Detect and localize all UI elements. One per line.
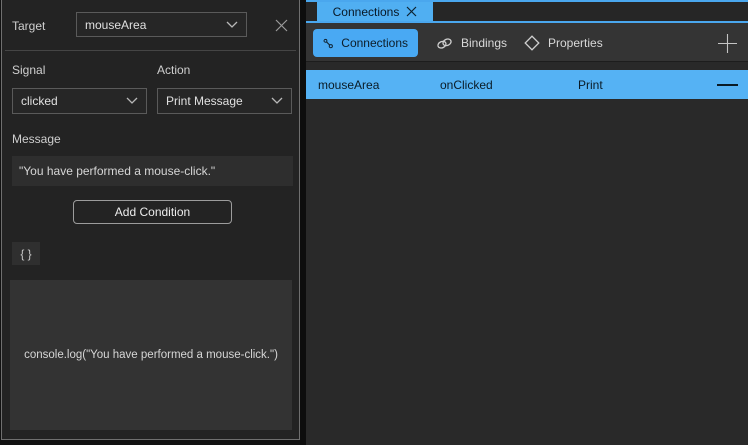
connections-view: Connections Connections Bindings — [306, 0, 748, 445]
close-icon[interactable] — [275, 19, 288, 32]
code-preview-text: console.log("You have performed a mouse-… — [24, 349, 278, 361]
add-connection-button[interactable] — [717, 33, 738, 54]
signal-combobox[interactable]: clicked — [12, 88, 147, 114]
toolbar: Connections Bindings Properties — [306, 23, 748, 62]
target-combobox-value: mouseArea — [85, 18, 226, 32]
connection-editor-popup: Target mouseArea Signal Action clicked P… — [1, 0, 300, 440]
target-label: Target — [12, 19, 45, 33]
remove-connection-icon[interactable] — [717, 83, 738, 87]
code-braces-button[interactable]: { } — [12, 242, 40, 265]
separator — [5, 50, 296, 51]
tab-bar: Connections — [306, 0, 748, 23]
code-preview: console.log("You have performed a mouse-… — [10, 280, 292, 430]
toolbar-button-bindings-label: Bindings — [461, 36, 507, 50]
connection-row[interactable]: mouseArea onClicked Print — [306, 70, 748, 99]
action-combobox[interactable]: Print Message — [157, 88, 292, 114]
chevron-down-icon — [271, 97, 283, 105]
link-icon — [436, 36, 453, 51]
tab-connections-label: Connections — [333, 5, 400, 19]
toolbar-button-connections-label: Connections — [341, 36, 408, 50]
row-action: Print — [578, 78, 716, 92]
row-signal: onClicked — [440, 78, 578, 92]
chevron-down-icon — [126, 97, 138, 105]
signal-combobox-value: clicked — [21, 94, 126, 108]
signal-label: Signal — [12, 63, 45, 77]
action-combobox-value: Print Message — [166, 94, 271, 108]
message-input[interactable] — [12, 156, 293, 186]
message-label: Message — [12, 132, 61, 146]
action-label: Action — [157, 63, 190, 77]
toolbar-button-properties[interactable]: Properties — [514, 29, 613, 57]
toolbar-button-bindings[interactable]: Bindings — [426, 29, 517, 57]
toolbar-button-properties-label: Properties — [548, 36, 603, 50]
diamond-icon — [524, 35, 540, 51]
screen: { "editor_popup": { "target_label": "Tar… — [0, 0, 748, 445]
tab-close-icon[interactable] — [406, 6, 417, 17]
connection-icon — [323, 36, 333, 51]
row-target: mouseArea — [318, 78, 440, 92]
tab-connections[interactable]: Connections — [317, 2, 433, 21]
add-condition-button[interactable]: Add Condition — [73, 200, 232, 224]
chevron-down-icon — [226, 21, 238, 29]
target-combobox[interactable]: mouseArea — [76, 12, 247, 37]
toolbar-button-connections[interactable]: Connections — [313, 29, 418, 57]
